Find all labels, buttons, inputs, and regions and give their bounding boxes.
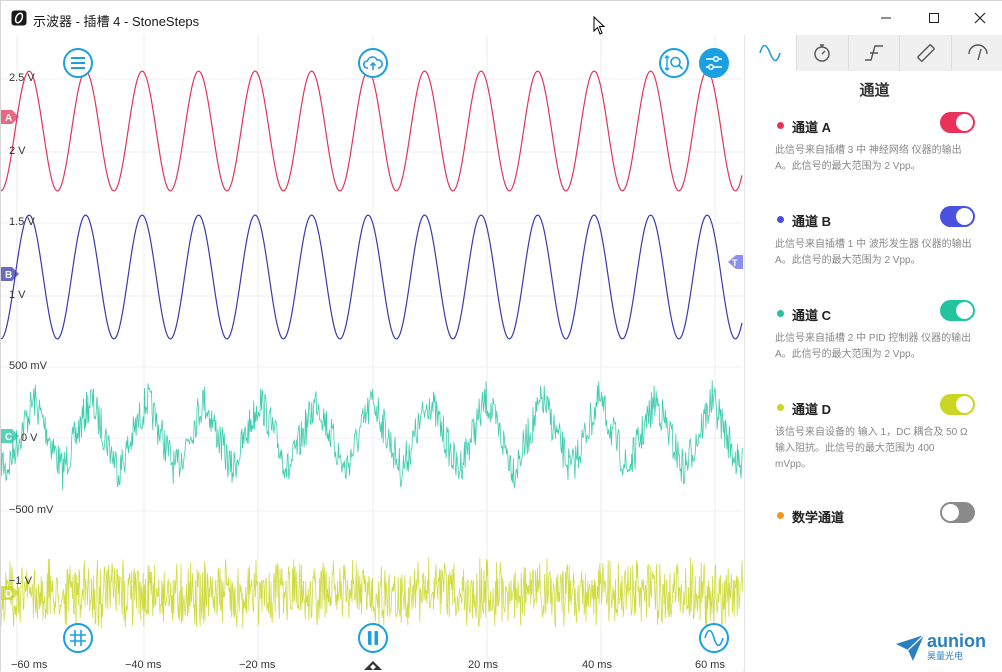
y-label: 1 V: [9, 289, 26, 301]
mouse-cursor-icon: [593, 16, 606, 35]
tab-trigger[interactable]: [848, 35, 901, 71]
maximize-button[interactable]: [911, 1, 957, 35]
toggle-knob: [942, 504, 959, 521]
channel-toggle[interactable]: [940, 502, 975, 523]
settings-sliders-icon: [706, 55, 722, 71]
channel-description: 此信号来自插槽 2 中 PID 控制器 仪器的输出 A。此信号的最大范围为 2 …: [775, 333, 972, 360]
channel-markers: A B C D T: [1, 110, 743, 600]
tab-timebase[interactable]: [796, 35, 849, 71]
channel-marker-label: A: [5, 113, 12, 124]
y-label: 0 V: [21, 432, 38, 444]
channel-description: 该信号来自设备的 输入 1，DC 耦合及 50 Ω 输入阻抗。此信号的最大范围为…: [775, 427, 968, 470]
channel-name[interactable]: 通道 D: [792, 399, 831, 418]
channel-a-trace: [1, 70, 743, 192]
tab-measure[interactable]: [900, 35, 953, 71]
paper-plane-logo-icon: [896, 634, 925, 661]
x-label: −20 ms: [239, 659, 276, 671]
channel-color-dot: [777, 216, 784, 223]
channel-toggle[interactable]: [940, 206, 975, 227]
toggle-knob: [956, 114, 973, 131]
time-origin-marker-icon[interactable]: [363, 661, 383, 672]
x-label: 60 ms: [695, 659, 725, 671]
channel-d-trace: [1, 557, 743, 631]
trigger-edge-icon: [864, 45, 883, 61]
y-label: −1 V: [9, 575, 32, 587]
ruler-icon: [917, 44, 935, 62]
cloud-upload-icon: [363, 56, 383, 70]
channel-c-trace: [1, 380, 743, 490]
plot-grid: [1, 35, 743, 672]
panel-title: 通道: [859, 82, 890, 99]
tab-probe[interactable]: [952, 35, 1002, 71]
channel-marker-label: B: [5, 270, 12, 281]
tab-channels[interactable]: [745, 35, 797, 71]
channel-color-dot: [777, 512, 784, 519]
x-label: −40 ms: [125, 659, 162, 671]
grid-icon: [70, 630, 86, 646]
channel-description: 此信号来自插槽 3 中 神经网络 仪器的输出 A。此信号的最大范围为 2 Vpp…: [775, 145, 962, 172]
waveform-icon: [704, 630, 724, 646]
waveform-button[interactable]: [699, 623, 729, 653]
toggle-knob: [956, 208, 973, 225]
toggle-knob: [956, 396, 973, 413]
panel-tab-bar: [745, 35, 1002, 71]
close-button[interactable]: [957, 1, 1002, 35]
maximize-icon: [929, 13, 939, 23]
pause-button[interactable]: [358, 623, 388, 653]
probe-gauge-icon: [968, 44, 988, 61]
y-label: −500 mV: [9, 504, 54, 516]
channel-toggle[interactable]: [940, 300, 975, 321]
channel-toggle[interactable]: [940, 112, 975, 133]
channel-name[interactable]: 通道 C: [792, 305, 831, 324]
y-label: 2 V: [9, 145, 26, 157]
stopwatch-icon: [814, 44, 830, 62]
x-label: −60 ms: [11, 659, 48, 671]
channel-marker-label: D: [5, 589, 12, 600]
channel-marker-label: C: [5, 432, 12, 443]
window-title: 示波器 - 插槽 4 - StoneSteps: [33, 14, 200, 29]
channel-d-marker[interactable]: D: [1, 586, 19, 600]
channel-name[interactable]: 通道 A: [792, 117, 831, 136]
channel-color-dot: [777, 122, 784, 129]
logo-name: aunion: [927, 631, 986, 651]
cloud-upload-button[interactable]: [358, 48, 388, 78]
menu-button[interactable]: [63, 48, 93, 78]
title-bar: 示波器 - 插槽 4 - StoneSteps: [1, 1, 1002, 35]
channel-toggle[interactable]: [940, 394, 975, 415]
company-logo: aunion 昊量光电: [895, 631, 986, 662]
y-label: 1.5 V: [9, 216, 35, 228]
channel-settings-panel: 通道 通道 A 此信号来自插槽 3 中 神经网络 仪器的输出 A。此信号的最大范围…: [744, 35, 1002, 672]
app-icon: [11, 10, 27, 26]
x-label: 20 ms: [468, 659, 498, 671]
y-label: 2.5 V: [9, 72, 35, 84]
oscilloscope-plot[interactable]: A B C D T 2.5 V 2 V 1.5 V 1 V 500 mV 0 V −50…: [1, 35, 743, 672]
toggle-knob: [956, 302, 973, 319]
channel-color-dot: [777, 404, 784, 411]
sine-wave-icon: [759, 45, 782, 61]
waveform-canvas[interactable]: A B C D T: [1, 35, 743, 672]
zoom-fit-icon: [664, 55, 684, 71]
minimize-button[interactable]: [863, 1, 909, 35]
y-label: 500 mV: [9, 360, 47, 372]
zoom-fit-button[interactable]: [659, 48, 689, 78]
pause-icon: [368, 631, 378, 645]
x-label: 40 ms: [582, 659, 612, 671]
channel-name[interactable]: 数学通道: [792, 507, 844, 526]
channel-b-trace: [1, 214, 743, 340]
settings-sliders-button[interactable]: [699, 48, 729, 78]
trigger-level-marker[interactable]: T: [728, 255, 743, 269]
menu-icon: [71, 57, 85, 69]
minimize-icon: [881, 17, 891, 19]
close-icon: [974, 12, 986, 24]
channel-name[interactable]: 通道 B: [792, 211, 831, 230]
grid-button[interactable]: [63, 623, 93, 653]
waveform-traces: [1, 70, 743, 631]
channel-color-dot: [777, 310, 784, 317]
oscilloscope-window: 示波器 - 插槽 4 - StoneSteps A B C D T 2.5 V 2 V …: [0, 0, 1002, 672]
channel-description: 此信号来自插槽 1 中 波形发生器 仪器的输出 A。此信号的最大范围为 2 Vp…: [775, 239, 972, 266]
trigger-marker-label: T: [732, 258, 738, 268]
